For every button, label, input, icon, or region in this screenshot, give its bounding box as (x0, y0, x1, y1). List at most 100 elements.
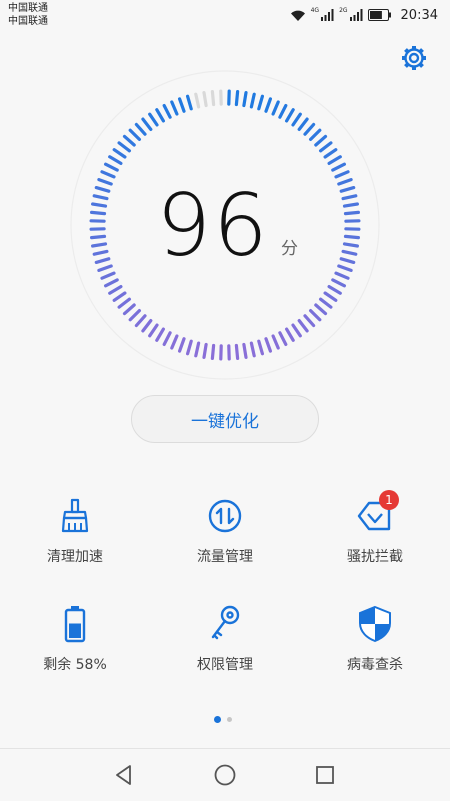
gauge-tick-active (287, 110, 294, 121)
page-dot-active (214, 716, 221, 723)
gauge-tick-active (280, 106, 286, 118)
tile-label: 权限管理 (150, 654, 300, 674)
gauge-tick-active (125, 305, 135, 314)
gauge-tick-active (273, 336, 278, 348)
gauge-tick-active (273, 102, 278, 114)
gauge-tick-active (244, 345, 246, 358)
sim2-network-type: 2G (339, 7, 347, 14)
tile-label: 清理加速 (0, 546, 150, 566)
gauge-tick-active (102, 172, 114, 177)
gauge-tick-active (329, 287, 340, 294)
gauge-tick-active (196, 343, 199, 356)
score-value: 96 (156, 176, 269, 276)
tile-label: 病毒查杀 (300, 654, 450, 674)
page-dot (227, 717, 232, 722)
gauge-tick-active (325, 293, 336, 300)
gauge-tick-active (316, 136, 326, 145)
one-tap-optimize-button[interactable]: 一键优化 (131, 395, 319, 443)
gauge-tick-active (164, 106, 170, 118)
gauge-tick-active (266, 99, 270, 111)
tile-label: 剩余 58% (0, 654, 150, 674)
gauge-tick-active (172, 336, 177, 348)
gauge-tick-active (333, 164, 345, 170)
shield-icon (355, 604, 395, 644)
gauge-tick-active (311, 311, 320, 320)
gauge-tick-active (293, 325, 300, 336)
gauge-tick-active (299, 119, 307, 129)
gauge-tick-active (150, 325, 157, 336)
status-bar: 中国联通 中国联通 4G 2G 20:34 (0, 0, 450, 30)
gauge-tick-inactive (204, 93, 206, 106)
gauge-tick-active (287, 329, 294, 340)
gauge-tick-active (114, 150, 125, 157)
gauge-tick-active (110, 287, 121, 294)
gauge-tick-active (188, 96, 192, 109)
home-icon[interactable] (213, 763, 237, 787)
gauge-tick-active (106, 164, 118, 170)
gauge-tick-active (251, 94, 254, 107)
broom-icon (55, 496, 95, 536)
gauge-tick-active (180, 99, 184, 111)
gauge-tick-active (188, 341, 192, 354)
gauge-tick-active (125, 136, 135, 145)
tile-permissions[interactable]: 权限管理 (150, 604, 300, 704)
gauge-tick-inactive (212, 92, 213, 105)
signal-icon-sim1 (321, 9, 334, 21)
back-icon[interactable] (112, 763, 136, 787)
gauge-tick-active (236, 346, 237, 359)
tile-virus-scan[interactable]: 病毒查杀 (300, 604, 450, 704)
gauge-tick-active (110, 157, 121, 164)
gauge-tick-active (136, 316, 145, 326)
gauge-tick-active (293, 114, 300, 125)
carrier-label-2: 中国联通 (8, 16, 48, 28)
signal-icon-sim2 (350, 9, 363, 21)
gauge-tick-active (316, 305, 326, 314)
gauge-tick-active (180, 339, 184, 351)
gauge-tick-active (336, 172, 348, 177)
gauge-tick-active (333, 280, 345, 286)
settings-button[interactable] (400, 44, 428, 72)
gear-icon (400, 44, 428, 72)
gauge-tick-active (305, 125, 314, 135)
battery-status-icon (368, 9, 392, 21)
status-time: 20:34 (401, 8, 438, 23)
navigation-bar (0, 748, 450, 801)
recents-icon[interactable] (313, 763, 337, 787)
gauge-tick-active (136, 125, 145, 135)
key-icon (205, 604, 245, 644)
gauge-tick-active (130, 311, 139, 320)
gauge-tick-active (259, 341, 263, 354)
gauge-tick-active (244, 93, 246, 106)
gauge-tick-active (204, 345, 206, 358)
wifi-icon (290, 9, 306, 22)
gauge-tick-active (114, 293, 125, 300)
tile-label: 骚扰拦截 (300, 546, 450, 566)
gauge-tick-active (311, 130, 320, 139)
tile-battery[interactable]: 剩余 58% (0, 604, 150, 704)
gauge-tick-active (266, 339, 270, 351)
gauge-tick-active (130, 130, 139, 139)
gauge-tick-inactive (196, 94, 199, 107)
gauge-tick-active (157, 329, 164, 340)
gauge-tick-active (305, 316, 314, 326)
tile-traffic[interactable]: 流量管理 (150, 496, 300, 596)
gauge-tick-active (236, 92, 237, 105)
gauge-tick-active (119, 299, 129, 307)
gauge-tick-active (172, 102, 177, 114)
gauge-tick-active (259, 96, 263, 109)
gauge-tick-active (164, 333, 170, 345)
gauge-tick-active (280, 333, 286, 345)
gauge-tick-active (299, 321, 307, 331)
tile-harassment-block[interactable]: 1 骚扰拦截 (300, 496, 450, 596)
page-indicator (214, 716, 232, 723)
notification-badge: 1 (379, 490, 399, 510)
gauge-tick-active (321, 143, 331, 151)
gauge-tick-active (143, 321, 151, 331)
gauge-tick-active (251, 343, 254, 356)
tile-label: 流量管理 (150, 546, 300, 566)
tile-cleanup[interactable]: 清理加速 (0, 496, 150, 596)
gauge-tick-active (150, 114, 157, 125)
carrier-label-1: 中国联通 (8, 3, 48, 15)
gauge-tick-active (212, 346, 213, 359)
gauge-tick-active (325, 150, 336, 157)
